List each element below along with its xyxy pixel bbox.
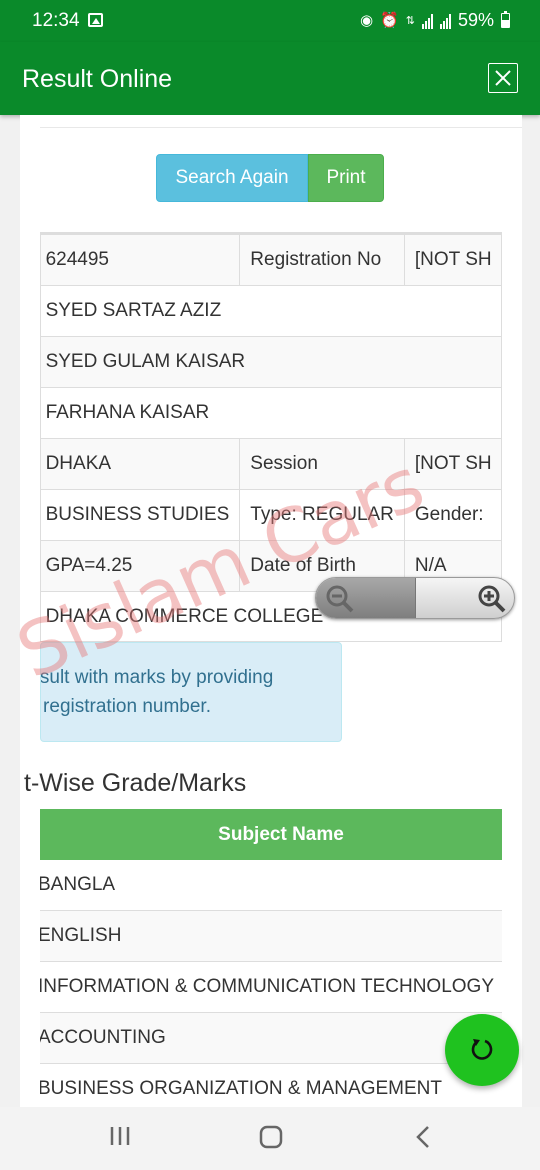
info-row: BUSINESS STUDIES Type: REGULAR Gender: bbox=[41, 489, 501, 541]
battery-icon bbox=[501, 11, 510, 28]
info-row: 624495 Registration No [NOT SH bbox=[41, 234, 501, 286]
status-icons: ◉ ⏰ ⇅ 59% bbox=[360, 10, 510, 31]
info-row: DHAKA Session [NOT SH bbox=[41, 438, 501, 490]
zoom-control[interactable] bbox=[315, 577, 515, 619]
info-row: tSYED SARTAZ AZIZ bbox=[41, 285, 501, 337]
info-cell: GPA=4.25 bbox=[41, 540, 241, 592]
home-icon[interactable] bbox=[259, 1125, 283, 1149]
subject-row: ENGLISH bbox=[40, 911, 502, 962]
zoom-out-icon bbox=[326, 585, 354, 613]
subject-row: INFORMATION & COMMUNICATION TECHNOLOGY bbox=[40, 962, 502, 1013]
zoom-out-button[interactable] bbox=[316, 578, 416, 618]
subject-row: ACCOUNTING bbox=[40, 1013, 502, 1064]
alert-line-2: ct registration number. bbox=[40, 696, 211, 717]
info-cell: SYED GULAM KAISAR bbox=[41, 336, 501, 388]
status-bar: 12:34 ◉ ⏰ ⇅ 59% bbox=[0, 0, 540, 42]
data-icon: ⇅ bbox=[405, 14, 415, 27]
close-button[interactable] bbox=[488, 63, 518, 93]
action-buttons: Search Again Print bbox=[156, 154, 384, 202]
info-alert: result with marks by providing ct regist… bbox=[40, 642, 342, 742]
system-nav-bar bbox=[0, 1107, 540, 1170]
info-cell: Gender: bbox=[403, 489, 501, 541]
battery-percentage: 59% bbox=[457, 10, 494, 30]
alarm-icon: ⏰ bbox=[380, 11, 399, 29]
subject-row: BANGLA bbox=[40, 860, 502, 911]
back-icon[interactable] bbox=[413, 1125, 433, 1149]
refresh-icon bbox=[471, 1039, 493, 1060]
alert-line-1: result with marks by providing bbox=[40, 667, 274, 688]
zoom-in-icon bbox=[478, 585, 506, 613]
status-time: 12:34 bbox=[32, 10, 80, 31]
info-cell: FARHANA KAISAR bbox=[41, 387, 501, 439]
info-cell: DHAKA bbox=[41, 438, 241, 490]
image-icon bbox=[88, 13, 103, 27]
signal-icon bbox=[439, 13, 451, 29]
info-cell: 624495 bbox=[41, 234, 241, 286]
signal-icon bbox=[421, 13, 433, 29]
subject-header: Subject Name bbox=[40, 809, 502, 860]
refresh-button[interactable] bbox=[445, 1014, 519, 1086]
info-cell: [NOT SH bbox=[403, 438, 501, 490]
info-row: SYED GULAM KAISAR bbox=[41, 336, 501, 388]
app-bar: Result Online bbox=[0, 42, 540, 115]
info-cell: [NOT SH bbox=[403, 234, 501, 286]
print-button[interactable]: Print bbox=[308, 154, 384, 202]
search-again-button[interactable]: Search Again bbox=[156, 154, 308, 202]
subject-row: BUSINESS ORGANIZATION & MANAGEMENT bbox=[40, 1064, 502, 1107]
lock-icon: ◉ bbox=[359, 11, 374, 29]
info-cell: BUSINESS STUDIES bbox=[41, 489, 241, 541]
subject-table: Subject Name BANGLA ENGLISH INFORMATION & … bbox=[40, 809, 502, 1107]
section-heading: t-Wise Grade/Marks bbox=[24, 769, 247, 797]
info-cell: Registration No bbox=[239, 234, 405, 286]
info-row: FARHANA KAISAR bbox=[41, 387, 501, 439]
info-cell: Session bbox=[239, 438, 405, 490]
info-cell: Type: REGULAR bbox=[239, 489, 405, 541]
recents-icon[interactable] bbox=[109, 1125, 131, 1147]
info-cell: SYED SARTAZ AZIZ bbox=[41, 285, 501, 337]
app-title: Result Online bbox=[22, 65, 173, 93]
divider bbox=[40, 127, 522, 128]
close-icon bbox=[495, 70, 511, 86]
